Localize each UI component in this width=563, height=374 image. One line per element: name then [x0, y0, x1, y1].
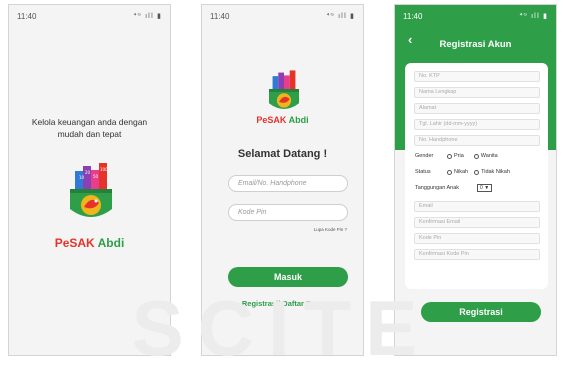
logo-number: 10 [79, 175, 85, 180]
status-row: Status Nikah Tidak Nikah [415, 169, 510, 175]
email-confirm-field[interactable]: Konfirmasi Email [414, 217, 540, 228]
status-radio-nikah[interactable] [447, 169, 452, 175]
welcome-heading: Selamat Datang ! [237, 148, 328, 160]
splash-tagline: Kelola keuangan anda dengan mudah dan te… [31, 117, 148, 139]
pocket-logo-icon: 10 20 50 100 [66, 161, 116, 236]
status-bar: 11:40 ⁴ᴳ ıll ▮ [9, 5, 170, 27]
brand-name: PeSAK Abdi [256, 115, 309, 125]
pin-field[interactable]: Kode Pin [414, 233, 540, 244]
page-title: Registrasi Akun [439, 39, 512, 50]
gender-row: Gender Pria Wanita [415, 153, 498, 159]
status-time: 11:40 [403, 11, 423, 21]
pin-input[interactable]: Kode Pin [228, 204, 348, 221]
name-field[interactable]: Nama Lengkap [414, 87, 540, 98]
login-button[interactable]: Masuk [228, 267, 348, 287]
register-link[interactable]: Registrasi/ Daftar Baru [202, 299, 363, 308]
dependents-label: Tanggungan Anak [415, 185, 460, 191]
birthdate-field[interactable]: Tgl. Lahir (dd-mm-yyyy) [414, 119, 540, 130]
brand-name: PeSAK Abdi [54, 236, 125, 250]
gender-radio-pria[interactable] [447, 153, 452, 159]
address-field[interactable]: Alamat [414, 103, 540, 114]
gender-radio-wanita[interactable] [473, 153, 479, 159]
dependents-select[interactable]: 0 ▼ [477, 184, 493, 192]
signal-battery-icon: ⁴ᴳ ıll ▮ [519, 12, 548, 20]
status-time: 11:40 [17, 11, 37, 21]
logo-number: 20 [85, 170, 91, 175]
register-screen: 11:40 ⁴ᴳ ıll ▮ ‹ Registrasi Akun No. KTP… [394, 4, 557, 356]
login-screen: 11:40 ⁴ᴳ ıll ▮ PeSAK Abdi Selamat Datang… [201, 4, 364, 356]
dependents-row: Tanggungan Anak 0 ▼ [415, 184, 493, 192]
signal-battery-icon: ⁴ᴳ ıll ▮ [326, 12, 355, 20]
status-bar: 11:40 ⁴ᴳ ıll ▮ [202, 5, 363, 27]
status-label: Status [415, 169, 431, 175]
register-submit-button[interactable]: Registrasi [421, 302, 541, 322]
status-time: 11:40 [210, 11, 230, 21]
status-bar: 11:40 ⁴ᴳ ıll ▮ [395, 5, 556, 27]
gender-label: Gender [415, 153, 434, 159]
phone-field[interactable]: No. Handphone [414, 135, 540, 146]
pin-confirm-field[interactable]: Konfirmasi Kode Pin [414, 249, 540, 260]
email-field[interactable]: Email [414, 201, 540, 212]
splash-screen: 11:40 ⁴ᴳ ıll ▮ Kelola keuangan anda deng… [8, 4, 171, 356]
signal-battery-icon: ⁴ᴳ ıll ▮ [133, 12, 162, 20]
logo-number: 50 [93, 174, 99, 179]
status-radio-tidak-nikah[interactable] [474, 169, 480, 175]
forgot-pin-link[interactable]: Lupa Kode Pin ? [314, 227, 347, 232]
email-input[interactable]: Email/No. Handphone [228, 175, 348, 192]
logo-number: 100 [100, 167, 108, 172]
ktp-field[interactable]: No. KTP [414, 71, 540, 82]
registration-form: No. KTP Nama Lengkap Alamat Tgl. Lahir (… [405, 63, 548, 289]
